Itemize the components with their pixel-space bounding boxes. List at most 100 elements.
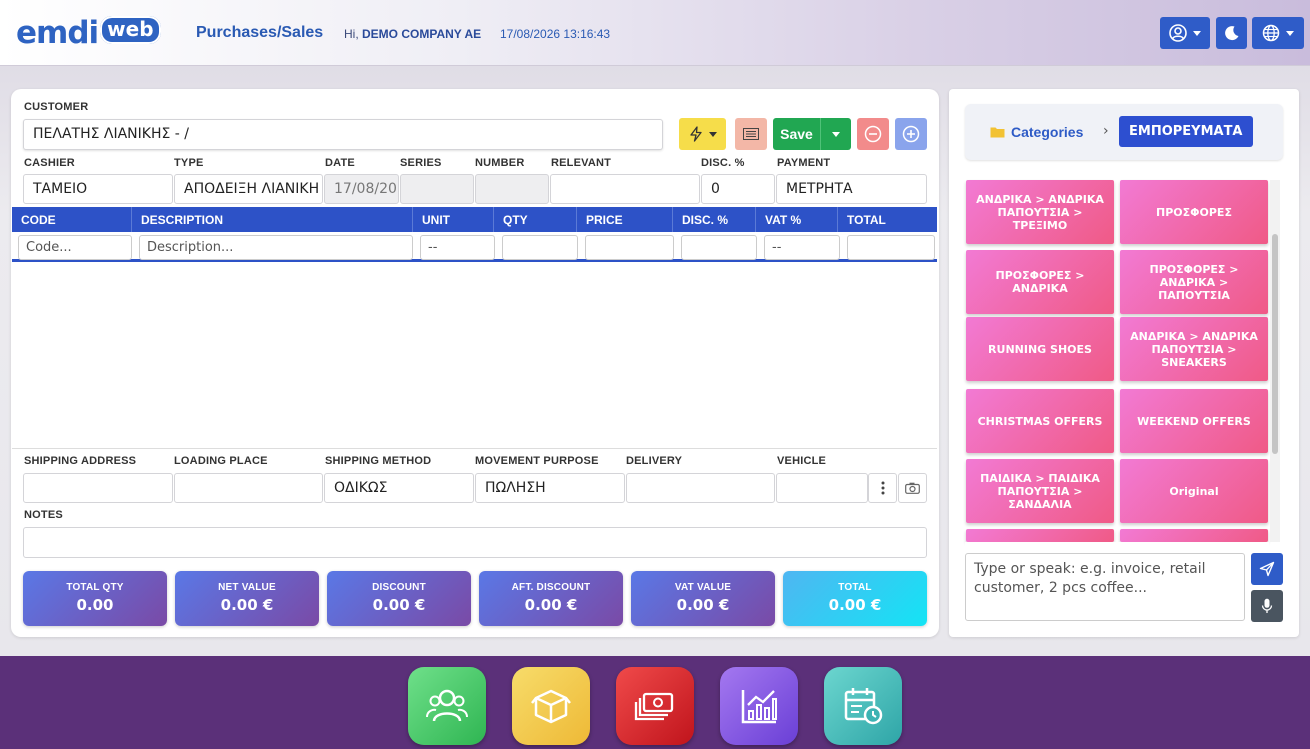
notes-textarea[interactable]	[23, 527, 927, 558]
category-tile[interactable]: ΑΝΔΡΙΚΑ > ΑΝΔΡΙΚΑ ΠΑΠΟΥΤΣΙΑ > ΤΡΕΞΙΜΟ	[966, 180, 1114, 244]
col-description: DESCRIPTION	[132, 207, 413, 232]
company-name: DEMO COMPANY AE	[362, 27, 482, 41]
category-tile[interactable]: ΠΡΟΣΦΟΡΕΣ > ΑΝΔΡΙΚΑ > ΠΑΠΟΥΤΣΙΑ	[1120, 250, 1268, 314]
discount-label: DISCOUNT	[372, 582, 426, 593]
chevron-down-icon	[708, 131, 717, 137]
series-label: SERIES	[400, 157, 442, 169]
qty-input[interactable]	[502, 235, 578, 260]
discount-percent-label: DISC. %	[701, 157, 745, 169]
col-unit: UNIT	[413, 207, 494, 232]
discount-percent-field[interactable]: 0	[701, 174, 775, 204]
vat-value-label: VAT VALUE	[674, 582, 732, 593]
category-tile[interactable]: CHRISTMAS OFFERS	[966, 389, 1114, 453]
category-tile[interactable]: Original	[1120, 459, 1268, 523]
send-icon	[1259, 561, 1275, 577]
customer-label: CUSTOMER	[24, 101, 89, 113]
category-tile[interactable]	[966, 529, 1114, 542]
category-tile[interactable]: RUNNING SHOES	[966, 317, 1114, 381]
relevant-field[interactable]	[550, 174, 700, 204]
chevron-down-icon	[832, 131, 840, 137]
vehicle-more-button[interactable]	[868, 473, 897, 503]
movement-purpose-select[interactable]: ΠΩΛΗΣΗ	[475, 473, 625, 503]
code-input[interactable]: Code...	[18, 235, 132, 260]
col-qty: QTY	[494, 207, 577, 232]
type-label: TYPE	[174, 157, 204, 169]
unit-select[interactable]: --	[420, 235, 495, 260]
dock-calendar-button[interactable]	[824, 667, 902, 745]
line-total-input[interactable]	[847, 235, 935, 260]
series-field[interactable]	[400, 174, 474, 204]
price-input[interactable]	[585, 235, 674, 260]
assistant-input[interactable]: Type or speak: e.g. invoice, retail cust…	[965, 553, 1245, 621]
description-input[interactable]: Description...	[139, 235, 413, 260]
quick-actions-button[interactable]	[679, 118, 726, 150]
discount-card: DISCOUNT 0.00 €	[327, 571, 471, 626]
plus-circle-icon	[902, 125, 920, 143]
notes-list-button[interactable]	[735, 118, 767, 150]
save-button[interactable]: Save	[773, 118, 851, 150]
lines-table-body	[12, 265, 937, 449]
category-tile[interactable]: WEEKEND OFFERS	[1120, 389, 1268, 453]
delivery-label: DELIVERY	[626, 455, 683, 467]
payment-select[interactable]: ΜΕΤΡΗΤΑ	[776, 174, 927, 204]
money-icon	[634, 692, 674, 721]
categories-scroll-thumb[interactable]	[1272, 234, 1278, 454]
vat-value-value: 0.00 €	[676, 596, 730, 614]
tiles-clip	[965, 542, 1269, 550]
col-discount: DISC. %	[673, 207, 756, 232]
category-tile[interactable]	[1120, 529, 1268, 542]
shipping-method-select[interactable]: ΟΔΙΚΩΣ	[324, 473, 474, 503]
save-options-toggle[interactable]	[821, 131, 851, 137]
category-tile[interactable]: ΠΑΙΔΙΚΑ > ΠΑΙΔΙΚΑ ΠΑΠΟΥΤΣΙΑ > ΣΑΝΔΑΛΙΑ	[966, 459, 1114, 523]
moon-icon	[1224, 26, 1238, 41]
send-button[interactable]	[1251, 553, 1283, 585]
cashier-select[interactable]: ΤΑΜΕΙΟ	[23, 174, 173, 204]
number-field[interactable]	[475, 174, 549, 204]
calendar-clock-icon	[844, 688, 883, 725]
grand-total-label: TOTAL	[838, 582, 872, 593]
add-line-button[interactable]	[895, 118, 927, 150]
vehicle-label: VEHICLE	[777, 455, 827, 467]
cashier-label: CASHIER	[24, 157, 75, 169]
vat-value-card: VAT VALUE 0.00 €	[631, 571, 775, 626]
language-menu-button[interactable]	[1252, 17, 1304, 49]
type-select[interactable]: ΑΠΟΔΕΙΞΗ ΛΙΑΝΙΚΗ	[174, 174, 323, 204]
dock-customers-button[interactable]	[408, 667, 486, 745]
shipping-method-label: SHIPPING METHOD	[325, 455, 432, 467]
camera-button[interactable]	[898, 473, 927, 503]
breadcrumb-root[interactable]: Categories	[990, 124, 1083, 140]
grand-total-card: TOTAL 0.00 €	[783, 571, 927, 626]
category-tile[interactable]: ΠΡΟΣΦΟΡΕΣ	[1120, 180, 1268, 244]
chevron-down-icon	[1193, 30, 1201, 36]
loading-place-label: LOADING PLACE	[174, 455, 268, 467]
col-code: CODE	[12, 207, 132, 232]
dark-mode-toggle[interactable]	[1216, 17, 1247, 49]
users-icon	[426, 689, 468, 722]
col-total: TOTAL	[847, 213, 886, 227]
minus-circle-icon	[864, 125, 882, 143]
vat-select[interactable]: --	[764, 235, 840, 260]
category-tile[interactable]: ΑΝΔΡΙΚΑ > ΑΝΔΡΙΚΑ ΠΑΠΟΥΤΣΙΑ > SNEAKERS	[1120, 317, 1268, 381]
dock-products-button[interactable]	[512, 667, 590, 745]
logo-badge: web	[100, 16, 161, 44]
category-breadcrumb: Categories › ΕΜΠΟΡΕΥΜΑΤΑ	[965, 104, 1283, 160]
dock-reports-button[interactable]	[720, 667, 798, 745]
line-discount-input[interactable]	[681, 235, 757, 260]
shipping-address-field[interactable]	[23, 473, 173, 503]
category-tile[interactable]: ΠΡΟΣΦΟΡΕΣ > ΑΝΔΡΙΚΑ	[966, 250, 1114, 314]
loading-place-field[interactable]	[174, 473, 323, 503]
chart-icon	[741, 690, 777, 724]
user-menu-button[interactable]	[1160, 17, 1210, 49]
vehicle-field[interactable]	[776, 473, 868, 503]
date-field[interactable]: 17/08/20	[324, 174, 399, 204]
breadcrumb-current[interactable]: ΕΜΠΟΡΕΥΜΑΤΑ	[1119, 116, 1253, 147]
delivery-field[interactable]	[626, 473, 775, 503]
header-datetime: 17/08/2026 13:16:43	[500, 27, 611, 41]
net-value-label: NET VALUE	[218, 582, 276, 593]
app-logo[interactable]: emdi web	[16, 15, 161, 51]
chevron-down-icon	[1286, 30, 1294, 36]
remove-line-button[interactable]	[857, 118, 889, 150]
dock-payments-button[interactable]	[616, 667, 694, 745]
customer-field[interactable]: ΠΕΛΑΤΗΣ ΛΙΑΝΙΚΗΣ - /	[23, 119, 663, 150]
microphone-button[interactable]	[1251, 590, 1283, 622]
